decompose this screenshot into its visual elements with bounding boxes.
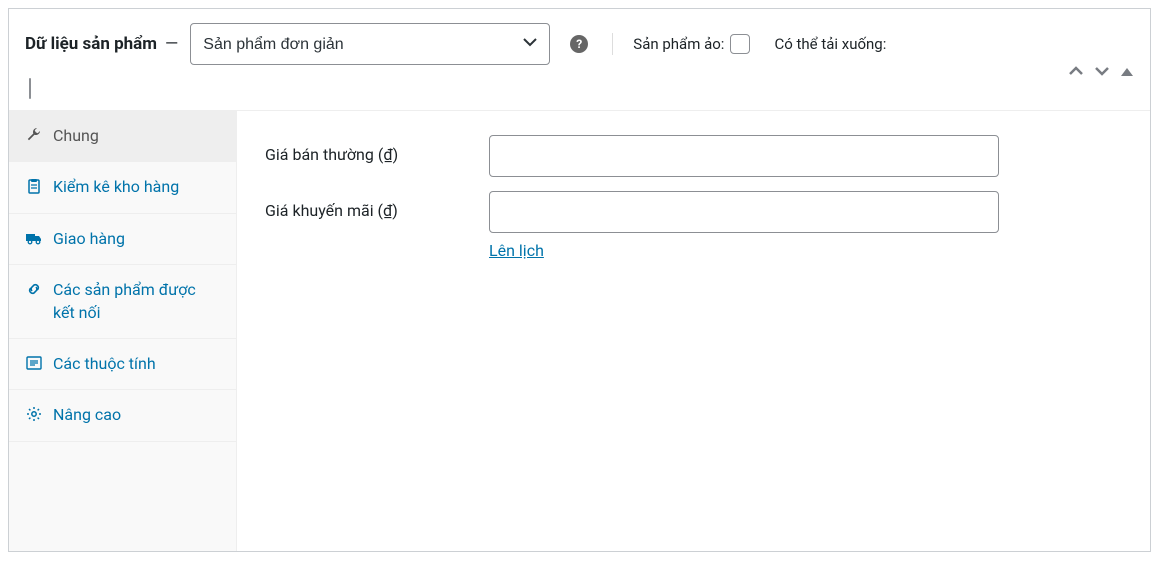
sidebar-item-attributes[interactable]: Các thuộc tính bbox=[9, 339, 236, 390]
schedule-link[interactable]: Lên lịch bbox=[489, 241, 544, 260]
sidebar-item-label: Kiểm kê kho hàng bbox=[53, 176, 220, 198]
panel-dash: — bbox=[165, 34, 178, 54]
product-data-panel: Dữ liệu sản phẩm — Sản phẩm đơn giản ? S… bbox=[8, 8, 1151, 552]
clipboard-icon bbox=[25, 178, 43, 194]
panel-body: Chung Kiểm kê kho hàng Giao hàng Các sản… bbox=[9, 111, 1150, 551]
sale-price-label: Giá khuyến mãi (₫) bbox=[265, 191, 489, 220]
downloadable-label: Có thể tải xuống: bbox=[774, 35, 886, 53]
downloadable-checkbox[interactable] bbox=[29, 78, 31, 99]
sidebar-item-label: Nâng cao bbox=[53, 404, 220, 426]
sidebar-item-shipping[interactable]: Giao hàng bbox=[9, 214, 236, 265]
virtual-product-label: Sản phẩm ảo: bbox=[633, 35, 724, 53]
sidebar-item-linked-products[interactable]: Các sản phẩm được kết nối bbox=[9, 265, 236, 339]
sidebar-item-label: Chung bbox=[53, 125, 220, 147]
product-type-select[interactable]: Sản phẩm đơn giản bbox=[190, 23, 550, 65]
regular-price-row: Giá bán thường (₫) bbox=[265, 135, 1122, 177]
sidebar: Chung Kiểm kê kho hàng Giao hàng Các sản… bbox=[9, 111, 237, 551]
sidebar-item-inventory[interactable]: Kiểm kê kho hàng bbox=[9, 162, 236, 213]
sidebar-item-label: Giao hàng bbox=[53, 228, 220, 250]
chevron-up-icon[interactable] bbox=[1066, 61, 1086, 85]
sidebar-item-label: Các thuộc tính bbox=[53, 353, 220, 375]
truck-icon bbox=[25, 230, 43, 246]
sidebar-item-label: Các sản phẩm được kết nối bbox=[53, 279, 220, 324]
downloadable-checkbox-row bbox=[25, 79, 1134, 98]
sidebar-item-advanced[interactable]: Nâng cao bbox=[9, 390, 236, 441]
panel-content: Giá bán thường (₫) Giá khuyến mãi (₫) Lê… bbox=[237, 111, 1150, 551]
triangle-up-icon[interactable] bbox=[1118, 62, 1136, 85]
sale-price-input[interactable] bbox=[489, 191, 999, 233]
sale-price-row: Giá khuyến mãi (₫) Lên lịch bbox=[265, 191, 1122, 260]
list-icon bbox=[25, 355, 43, 371]
regular-price-label: Giá bán thường (₫) bbox=[265, 135, 489, 164]
regular-price-input[interactable] bbox=[489, 135, 999, 177]
chevron-down-icon[interactable] bbox=[1092, 61, 1112, 85]
help-icon[interactable]: ? bbox=[570, 35, 588, 53]
header-divider bbox=[612, 33, 613, 55]
panel-title: Dữ liệu sản phẩm bbox=[25, 34, 157, 54]
panel-toggle-controls bbox=[1066, 61, 1136, 85]
wrench-icon bbox=[25, 127, 43, 143]
virtual-product-checkbox[interactable] bbox=[730, 34, 750, 54]
sidebar-item-general[interactable]: Chung bbox=[9, 111, 236, 162]
panel-header: Dữ liệu sản phẩm — Sản phẩm đơn giản ? S… bbox=[9, 9, 1150, 111]
gear-icon bbox=[25, 406, 43, 422]
product-type-select-wrapper: Sản phẩm đơn giản bbox=[190, 23, 550, 65]
link-icon bbox=[25, 281, 43, 297]
